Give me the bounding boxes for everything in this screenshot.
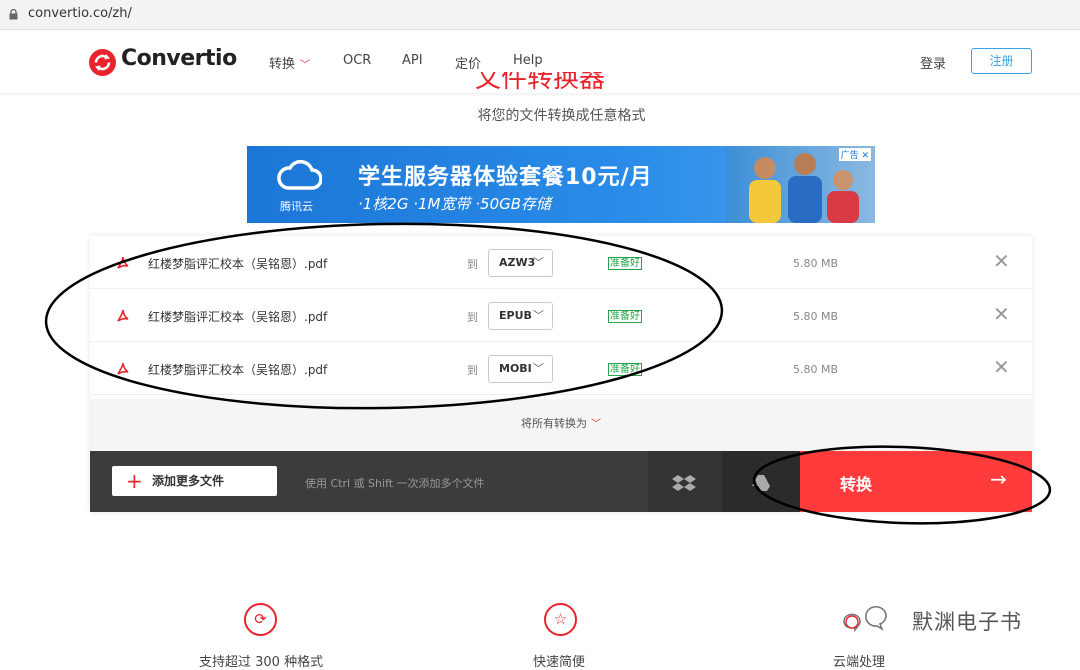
file-name: 红楼梦脂评汇校本（吴铭恩）.pdf <box>148 363 328 377</box>
format-select[interactable]: MOBI ﹀ <box>488 355 553 383</box>
ad-banner[interactable]: 腾讯云 学生服务器体验套餐10元/月 ·1核2G ·1M宽带 ·50GB存储 广… <box>247 146 875 223</box>
page-subtitle: 将您的文件转换成任意格式 <box>477 108 646 124</box>
chevron-down-icon: ﹀ <box>300 60 311 71</box>
status-badge: 准备好 <box>608 257 642 270</box>
status-badge: 准备好 <box>608 363 642 376</box>
nav-help[interactable]: Help <box>513 53 543 68</box>
add-more-files-button[interactable]: + 添加更多文件 <box>112 466 277 496</box>
ad-headline: 学生服务器体验套餐10元/月 <box>358 165 653 190</box>
close-icon[interactable]: ✕ <box>993 251 1010 271</box>
ad-tag[interactable]: 广告 ✕ <box>838 148 871 161</box>
convert-all-dropdown[interactable]: 将所有转换为 ﹀ <box>90 399 1032 451</box>
file-row: 红楼梦脂评汇校本（吴铭恩）.pdf 到 EPUB ﹀ 准备好 5.80 MB ✕ <box>90 290 1032 342</box>
ad-brand: 腾讯云 <box>280 200 313 213</box>
file-row: 红楼梦脂评汇校本（吴铭恩）.pdf 到 AZW3 ﹀ 准备好 5.80 MB ✕ <box>90 237 1032 289</box>
arrow-right-icon: → <box>990 467 1007 491</box>
file-row: 红楼梦脂评汇校本（吴铭恩）.pdf 到 MOBI ﹀ 准备好 5.80 MB ✕ <box>90 343 1032 395</box>
ad-specs: ·1核2G ·1M宽带 ·50GB存储 <box>358 195 552 213</box>
feature-label: 云端处理 <box>833 655 886 670</box>
wechat-icon <box>843 605 887 633</box>
dropbox-button[interactable] <box>648 451 722 512</box>
chevron-down-icon: ﹀ <box>533 309 544 322</box>
action-bar: + 添加更多文件 使用 Ctrl 或 Shift 一次添加多个文件 转换 → <box>90 451 1032 512</box>
file-list-panel: 红楼梦脂评汇校本（吴铭恩）.pdf 到 AZW3 ﹀ 准备好 5.80 MB ✕ … <box>90 236 1032 512</box>
watermark: 默渊电子书 <box>842 604 1052 636</box>
chevron-down-icon: ﹀ <box>533 256 544 269</box>
feature-label: 快速简便 <box>533 655 586 670</box>
file-name: 红楼梦脂评汇校本（吴铭恩）.pdf <box>148 310 328 324</box>
to-label: 到 <box>467 364 478 377</box>
multi-select-hint: 使用 Ctrl 或 Shift 一次添加多个文件 <box>305 477 485 490</box>
file-size: 5.80 MB <box>793 363 839 376</box>
nav-convert[interactable]: 转换 ﹀ <box>269 53 310 72</box>
pdf-icon <box>117 309 129 322</box>
cloud-logo-icon <box>277 159 322 190</box>
nav-ocr[interactable]: OCR <box>343 53 371 68</box>
pdf-icon <box>117 256 129 269</box>
pdf-icon <box>117 362 129 375</box>
signup-button[interactable]: 注册 <box>971 48 1032 74</box>
star-icon: ☆ <box>544 603 577 636</box>
refresh-icon: ⟳ <box>244 603 277 636</box>
status-badge: 准备好 <box>608 310 642 323</box>
browser-address-bar[interactable]: convertio.co/zh/ <box>0 0 1080 30</box>
lock-icon <box>9 9 18 20</box>
dropbox-icon <box>672 475 696 491</box>
plus-icon: + <box>126 469 143 493</box>
close-icon[interactable]: ✕ <box>993 304 1010 324</box>
google-drive-icon <box>752 475 770 491</box>
convert-button[interactable]: 转换 → <box>800 451 1032 512</box>
google-drive-button[interactable] <box>722 451 800 512</box>
chevron-down-icon: ﹀ <box>591 419 601 430</box>
close-icon[interactable]: ✕ <box>993 357 1010 377</box>
format-select[interactable]: EPUB ﹀ <box>488 302 553 330</box>
to-label: 到 <box>467 311 478 324</box>
watermark-text: 默渊电子书 <box>912 610 1022 634</box>
file-size: 5.80 MB <box>793 310 839 323</box>
chevron-down-icon: ﹀ <box>533 362 544 375</box>
url-text[interactable]: convertio.co/zh/ <box>28 6 132 21</box>
page-title: 文件转换器 <box>474 72 605 94</box>
login-link[interactable]: 登录 <box>920 53 946 72</box>
nav-pricing[interactable]: 定价 <box>455 53 481 72</box>
logo-text[interactable]: Convertio <box>121 46 237 71</box>
to-label: 到 <box>467 258 478 271</box>
feature-label: 支持超过 300 种格式 <box>199 655 324 670</box>
format-select[interactable]: AZW3 ﹀ <box>488 249 553 277</box>
nav-api[interactable]: API <box>402 53 423 68</box>
file-name: 红楼梦脂评汇校本（吴铭恩）.pdf <box>148 257 328 271</box>
file-size: 5.80 MB <box>793 257 839 270</box>
